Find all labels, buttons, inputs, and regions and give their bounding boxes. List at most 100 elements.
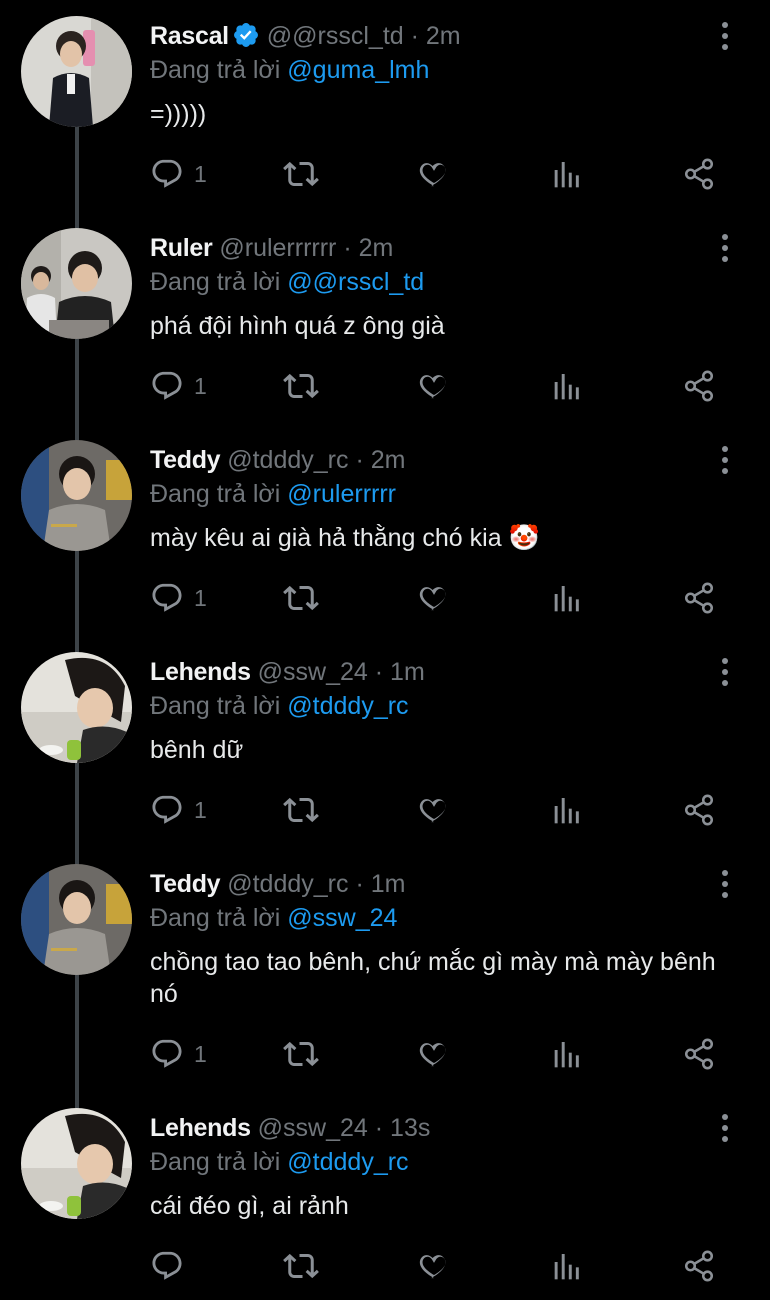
reply-button[interactable]: 1 [150, 1034, 207, 1074]
like-button[interactable] [417, 790, 451, 830]
views-button[interactable] [552, 1034, 584, 1074]
mention-link[interactable]: @@rsscl_td [287, 268, 424, 296]
display-name[interactable]: Teddy [150, 870, 221, 898]
views-button[interactable] [552, 1246, 584, 1286]
views-button[interactable] [552, 366, 584, 406]
replying-to: Đang trả lời @ssw_24 [150, 902, 397, 934]
timestamp[interactable]: 2m [359, 234, 394, 262]
more-icon[interactable] [712, 1110, 738, 1146]
tweet-text: phá đội hình quá z ông già [150, 312, 445, 340]
reply-icon [150, 793, 184, 827]
display-name[interactable]: Lehends [150, 658, 251, 686]
tweet-header: Lehends @ssw_24 · 13s [150, 1114, 431, 1142]
like-button[interactable] [417, 578, 451, 618]
tweet[interactable]: Lehends @ssw_24 · 13s Đang trả lời @tddd… [0, 1092, 770, 1300]
timestamp[interactable]: 13s [390, 1114, 430, 1142]
retweet-button[interactable] [283, 1034, 319, 1074]
views-button[interactable] [552, 154, 584, 194]
avatar[interactable] [21, 16, 132, 127]
retweet-button[interactable] [283, 578, 319, 618]
retweet-icon [283, 792, 319, 828]
replying-to: Đang trả lời @rulerrrrr [150, 478, 396, 510]
retweet-button[interactable] [283, 1246, 319, 1286]
reply-button[interactable]: 1 [150, 578, 207, 618]
avatar[interactable] [21, 864, 132, 975]
more-icon[interactable] [712, 230, 738, 266]
display-name[interactable]: Rascal [150, 22, 229, 50]
replying-to: Đang trả lời @tdddy_rc [150, 690, 409, 722]
handle[interactable]: @tdddy_rc [227, 446, 348, 474]
share-icon [682, 157, 716, 191]
share-icon [682, 1249, 716, 1283]
retweet-icon [283, 1248, 319, 1284]
like-button[interactable] [417, 154, 451, 194]
views-button[interactable] [552, 578, 584, 618]
more-icon[interactable] [712, 654, 738, 690]
reply-button[interactable]: 1 [150, 790, 207, 830]
like-button[interactable] [417, 366, 451, 406]
tweet[interactable]: Rascal @@rsscl_td · 2m Đang trả lời @gum… [0, 0, 770, 212]
avatar[interactable] [21, 1108, 132, 1219]
tweet[interactable]: Lehends @ssw_24 · 1m Đang trả lời @tdddy… [0, 636, 770, 848]
tweet-text: bênh dữ [150, 736, 244, 764]
replying-label: Đang trả lời [150, 56, 281, 84]
share-button[interactable] [682, 366, 716, 406]
share-button[interactable] [682, 790, 716, 830]
handle[interactable]: @rulerrrrrr [219, 234, 336, 262]
views-icon [552, 1250, 584, 1282]
handle[interactable]: @@rsscl_td [267, 22, 404, 50]
more-icon[interactable] [712, 442, 738, 478]
tweet[interactable]: Teddy @tdddy_rc · 2m Đang trả lời @ruler… [0, 424, 770, 636]
avatar[interactable] [21, 228, 132, 339]
mention-link[interactable]: @rulerrrrr [287, 480, 396, 508]
action-bar: 1 [150, 1034, 730, 1074]
timestamp[interactable]: 1m [390, 658, 425, 686]
display-name[interactable]: Lehends [150, 1114, 251, 1142]
share-icon [682, 369, 716, 403]
display-name[interactable]: Teddy [150, 446, 221, 474]
verified-icon [232, 21, 260, 57]
timestamp[interactable]: 2m [426, 22, 461, 50]
retweet-button[interactable] [283, 790, 319, 830]
more-icon[interactable] [712, 866, 738, 902]
avatar[interactable] [21, 440, 132, 551]
avatar[interactable] [21, 652, 132, 763]
views-button[interactable] [552, 790, 584, 830]
share-button[interactable] [682, 1034, 716, 1074]
like-button[interactable] [417, 1246, 451, 1286]
like-icon [417, 369, 451, 403]
share-button[interactable] [682, 1246, 716, 1286]
mention-link[interactable]: @guma_lmh [287, 56, 429, 84]
retweet-button[interactable] [283, 366, 319, 406]
handle[interactable]: @ssw_24 [258, 658, 368, 686]
reply-count: 1 [194, 160, 207, 187]
handle[interactable]: @tdddy_rc [227, 870, 348, 898]
reply-button[interactable]: 1 [150, 154, 207, 194]
reply-button[interactable] [150, 1246, 194, 1286]
action-bar [150, 1246, 730, 1286]
share-button[interactable] [682, 578, 716, 618]
replying-label: Đang trả lời [150, 480, 281, 508]
display-name[interactable]: Ruler [150, 234, 213, 262]
handle[interactable]: @ssw_24 [258, 1114, 368, 1142]
share-icon [682, 793, 716, 827]
timestamp[interactable]: 1m [371, 870, 406, 898]
tweet-header: Rascal @@rsscl_td · 2m [150, 20, 461, 57]
timestamp[interactable]: 2m [371, 446, 406, 474]
views-icon [552, 370, 584, 402]
mention-link[interactable]: @tdddy_rc [287, 692, 408, 720]
share-button[interactable] [682, 154, 716, 194]
reply-button[interactable]: 1 [150, 366, 207, 406]
retweet-button[interactable] [283, 154, 319, 194]
reply-count: 1 [194, 796, 207, 823]
like-button[interactable] [417, 1034, 451, 1074]
replying-to: Đang trả lời @guma_lmh [150, 54, 429, 86]
mention-link[interactable]: @tdddy_rc [287, 1148, 408, 1176]
tweet[interactable]: Teddy @tdddy_rc · 1m Đang trả lời @ssw_2… [0, 848, 770, 1092]
more-icon[interactable] [712, 18, 738, 54]
mention-link[interactable]: @ssw_24 [287, 904, 397, 932]
like-icon [417, 157, 451, 191]
action-bar: 1 [150, 154, 730, 194]
tweet[interactable]: Ruler @rulerrrrrr · 2m Đang trả lời @@rs… [0, 212, 770, 424]
replying-to: Đang trả lời @tdddy_rc [150, 1146, 409, 1178]
